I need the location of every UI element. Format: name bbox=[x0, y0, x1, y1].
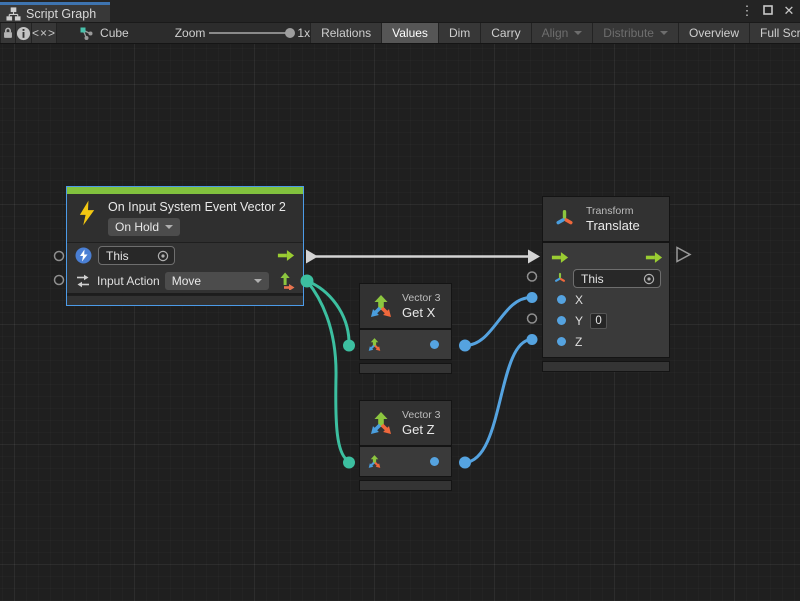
translate-footer bbox=[542, 361, 670, 372]
transform-port-icon[interactable] bbox=[553, 271, 567, 286]
toolbar-button-carry[interactable]: Carry bbox=[481, 23, 531, 43]
info-button[interactable] bbox=[16, 23, 32, 43]
event-action-row: Input Action Move bbox=[67, 268, 303, 293]
flow-output-arrow-icon[interactable] bbox=[645, 251, 663, 264]
getx-type-label: Vector 3 bbox=[402, 292, 441, 305]
script-graph-icon bbox=[6, 6, 21, 21]
x-port-label: X bbox=[575, 293, 583, 307]
event-node-title: On Input System Event Vector 2 bbox=[108, 199, 286, 215]
translate-target-row: This bbox=[543, 268, 669, 289]
translate-header: Transform Translate bbox=[542, 196, 670, 242]
translate-name: Translate bbox=[586, 218, 640, 234]
object-picker-icon[interactable] bbox=[643, 273, 655, 285]
code-view-button[interactable]: <×> bbox=[32, 23, 57, 43]
getz-name: Get Z bbox=[402, 422, 441, 438]
vector3-input-port[interactable] bbox=[367, 454, 382, 469]
translate-y-row: Y 0 bbox=[543, 310, 669, 331]
translate-type-label: Transform bbox=[586, 205, 640, 218]
event-node-header: On Input System Event Vector 2 On Hold bbox=[67, 194, 303, 243]
event-accent-bar bbox=[67, 187, 303, 194]
tab-script-graph[interactable]: Script Graph bbox=[0, 5, 110, 22]
z-input-port[interactable] bbox=[557, 337, 566, 346]
y-value-field[interactable]: 0 bbox=[590, 313, 607, 329]
tab-title: Script Graph bbox=[26, 7, 96, 21]
getz-footer bbox=[359, 480, 452, 491]
info-icon bbox=[16, 26, 31, 41]
lock-button[interactable] bbox=[0, 23, 16, 43]
window-controls: ⋮ ✕ bbox=[740, 3, 796, 19]
getz-type-label: Vector 3 bbox=[402, 409, 441, 422]
toolbar-button-distribute[interactable]: Distribute bbox=[593, 23, 679, 43]
maximize-button[interactable] bbox=[761, 3, 775, 19]
y-input-port[interactable] bbox=[557, 316, 566, 325]
zoom-slider[interactable] bbox=[209, 32, 293, 34]
event-node-body: This Input bbox=[67, 243, 303, 293]
graph-reference-icon bbox=[79, 26, 94, 41]
event-target-row: This bbox=[67, 243, 303, 268]
node-get-x[interactable]: Vector 3 Get X bbox=[359, 283, 452, 374]
getx-name: Get X bbox=[402, 305, 441, 321]
flow-input-arrow-icon[interactable] bbox=[551, 251, 569, 264]
toolbar-button-dim[interactable]: Dim bbox=[439, 23, 481, 43]
getz-header: Vector 3 Get Z bbox=[359, 400, 452, 446]
close-button[interactable]: ✕ bbox=[782, 3, 796, 19]
toolbar-button-align[interactable]: Align bbox=[532, 23, 594, 43]
flow-output-arrow-icon[interactable] bbox=[277, 249, 295, 262]
chevron-down-icon bbox=[165, 225, 173, 229]
chevron-down-icon bbox=[574, 31, 582, 35]
translate-flow-row bbox=[543, 247, 669, 268]
event-mode-dropdown[interactable]: On Hold bbox=[108, 218, 180, 236]
toolbar-button-fullscreen[interactable]: Full Screen bbox=[750, 23, 800, 43]
zoom-control: Zoom 1x bbox=[175, 23, 310, 43]
translate-body: This X Y 0 Z bbox=[542, 242, 670, 358]
translate-target-field[interactable]: This bbox=[573, 269, 661, 288]
vector3-icon bbox=[368, 293, 394, 319]
code-icon: <×> bbox=[32, 26, 56, 40]
zoom-value: 1x bbox=[297, 26, 310, 40]
tab-bar: Script Graph ⋮ ✕ bbox=[0, 0, 800, 22]
node-get-z[interactable]: Vector 3 Get Z bbox=[359, 400, 452, 491]
vector3-input-port[interactable] bbox=[367, 337, 382, 352]
translate-x-row: X bbox=[543, 289, 669, 310]
z-port-label: Z bbox=[575, 335, 582, 349]
vector3-icon bbox=[368, 410, 394, 436]
transform-icon bbox=[553, 207, 576, 231]
y-port-label: Y bbox=[575, 314, 583, 328]
toolbar-button-overview[interactable]: Overview bbox=[679, 23, 750, 43]
script-graph-window: Script Graph ⋮ ✕ bbox=[0, 0, 800, 601]
action-dropdown[interactable]: Move bbox=[165, 272, 269, 290]
float-output-port[interactable] bbox=[430, 340, 439, 349]
chevron-down-icon bbox=[254, 279, 262, 283]
action-label: Input Action bbox=[97, 274, 160, 288]
node-on-input-system-event[interactable]: On Input System Event Vector 2 On Hold T… bbox=[66, 186, 304, 306]
x-input-port[interactable] bbox=[557, 295, 566, 304]
getz-body bbox=[359, 446, 452, 477]
object-picker-icon[interactable] bbox=[157, 250, 169, 262]
event-node-footer bbox=[67, 295, 303, 305]
graph-name: Cube bbox=[100, 26, 129, 40]
toolbar-button-relations[interactable]: Relations bbox=[310, 23, 382, 43]
zoom-handle[interactable] bbox=[285, 28, 295, 38]
getx-footer bbox=[359, 363, 452, 374]
maximize-icon bbox=[763, 5, 773, 15]
graph-toolbar: <×> Cube Zoom 1x Relations Values Dim Ca… bbox=[0, 22, 800, 44]
zoom-label: Zoom bbox=[175, 26, 206, 40]
chevron-down-icon bbox=[660, 31, 668, 35]
input-system-icon bbox=[75, 247, 92, 264]
graph-reference[interactable]: Cube bbox=[79, 23, 129, 43]
getx-header: Vector 3 Get X bbox=[359, 283, 452, 329]
lightning-bolt-icon bbox=[77, 199, 98, 227]
input-action-icon bbox=[75, 273, 91, 289]
window-menu-button[interactable]: ⋮ bbox=[740, 3, 754, 19]
toolbar-button-values[interactable]: Values bbox=[382, 23, 439, 43]
event-target-field[interactable]: This bbox=[98, 246, 175, 265]
node-translate[interactable]: Transform Translate bbox=[542, 196, 670, 372]
vector2-output-icon[interactable] bbox=[279, 272, 295, 290]
translate-z-row: Z bbox=[543, 331, 669, 352]
float-output-port[interactable] bbox=[430, 457, 439, 466]
getx-body bbox=[359, 329, 452, 360]
lock-icon bbox=[1, 26, 15, 40]
